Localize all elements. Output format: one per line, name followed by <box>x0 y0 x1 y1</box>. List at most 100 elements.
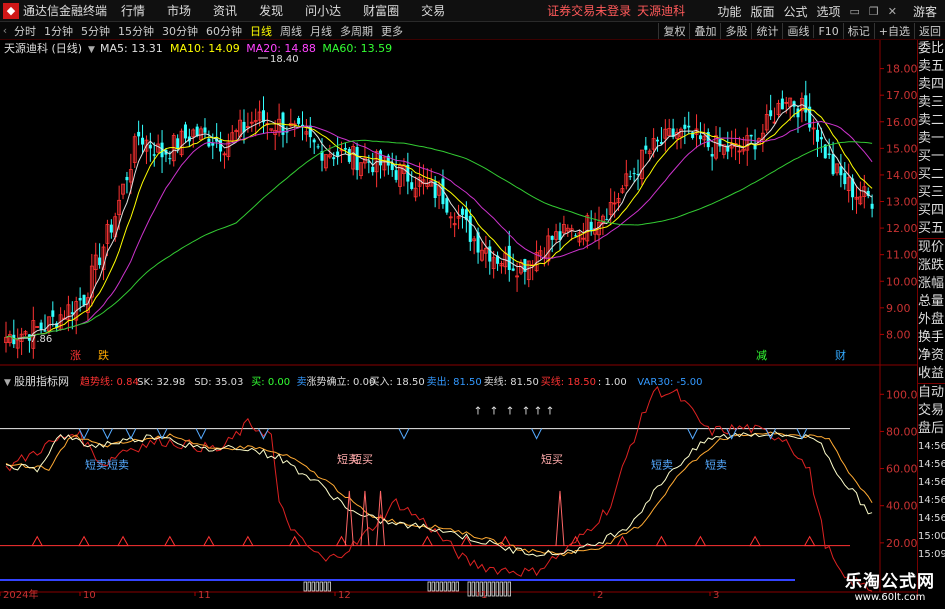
candle-down <box>511 268 515 271</box>
side-panel-item: 现价 <box>918 238 945 255</box>
event-marker: 跌 <box>98 348 109 362</box>
menubar-right: 功能 版面 公式 选项 ▭ ❐ ✕ 游客 <box>708 0 945 22</box>
period-tab-daily[interactable]: 日线 <box>246 23 276 39</box>
price-axis-label: 13.00 <box>886 196 917 209</box>
event-marker: 财 <box>835 348 846 362</box>
indicator-field-10: : 1.00 <box>598 377 627 388</box>
price-axis-label: 12.00 <box>886 222 917 235</box>
indicator-field-4: 卖 <box>297 376 307 388</box>
period-tab-5min[interactable]: 5分钟 <box>77 23 114 39</box>
candle-down <box>769 110 773 117</box>
side-panel-item: 委比 <box>918 41 945 56</box>
candle-down <box>698 135 702 140</box>
candle-down <box>336 151 340 156</box>
minimize-icon[interactable]: ▭ <box>849 5 859 18</box>
menu-function[interactable]: 功能 <box>717 3 741 20</box>
period-tab-weekly[interactable]: 周线 <box>276 23 306 39</box>
period-tab-monthly[interactable]: 月线 <box>306 23 336 39</box>
side-panel-item[interactable]: 盘后 <box>918 420 945 438</box>
candle-down <box>819 137 823 140</box>
high-price-annotation: 18.40 <box>270 54 299 65</box>
period-tab-60min[interactable]: 60分钟 <box>202 23 246 39</box>
candle-down <box>168 158 172 160</box>
price-axis-label: 10.00 <box>886 275 917 288</box>
candle-down <box>152 154 156 156</box>
period-tab-30min[interactable]: 30分钟 <box>158 23 202 39</box>
candle-down <box>312 139 316 143</box>
candle-down <box>316 146 320 148</box>
menu-item-ask[interactable]: 问小达 <box>305 2 341 19</box>
indicator-field-0: 趋势线: 0.84 <box>80 375 139 388</box>
period-tab-more[interactable]: 更多 <box>377 23 407 39</box>
candle-down <box>827 153 831 156</box>
menu-options[interactable]: 选项 <box>816 3 840 20</box>
menu-item-markets[interactable]: 市场 <box>167 2 191 19</box>
legend-dropdown-icon: ▼ <box>88 45 95 55</box>
sub-axis-label: 40.00 <box>886 500 917 513</box>
kline-chart[interactable]: 18.0017.0016.0015.0014.0013.0012.0011.00… <box>0 40 918 601</box>
menu-item-trade[interactable]: 交易 <box>421 2 445 19</box>
quote-side-panel: 委比 卖五 卖四 卖三 卖二 卖一 买一 买二 买三 买四 买五 现价 涨跌 涨幅 总量 外盘 换手 净资 收益 自动… <box>917 40 945 600</box>
side-panel-item: 15:09 <box>918 549 945 560</box>
indicator-field-2: SD: 35.03 <box>194 377 243 388</box>
candle-down <box>39 322 43 330</box>
menu-formula[interactable]: 公式 <box>783 3 807 20</box>
indicator-field-8: 卖线: 81.50 <box>484 375 539 388</box>
side-panel-item[interactable]: 自动 <box>918 383 945 402</box>
candle-down <box>468 215 472 242</box>
side-panel-item: 外盘 <box>918 312 945 327</box>
menu-layout[interactable]: 版面 <box>750 3 774 20</box>
menu-bar: ◆ 通达信金融终端 行情 市场 资讯 发现 问小达 财富圈 交易 证券交易未登录… <box>0 0 945 22</box>
toolbar-right: 复权 叠加 多股 统计 画线 F10 标记 +自选 返回 <box>658 22 945 40</box>
menu-item-wealth[interactable]: 财富圈 <box>363 2 399 19</box>
candle-down <box>710 154 714 157</box>
overlay-button[interactable]: 叠加 <box>689 23 720 39</box>
adjust-button[interactable]: 复权 <box>658 23 689 39</box>
stats-button[interactable]: 统计 <box>751 23 782 39</box>
restore-icon[interactable]: ❐ <box>869 5 879 18</box>
price-axis-label: 17.00 <box>886 89 917 102</box>
side-panel-item: 买五 <box>918 221 945 236</box>
period-tab-fenshi[interactable]: 分时 <box>10 23 40 39</box>
chevron-left-icon[interactable]: ‹ <box>0 24 10 37</box>
side-panel-item: 净资 <box>918 348 945 363</box>
login-warning[interactable]: 证券交易未登录 <box>547 2 631 19</box>
side-panel-item: 卖四 <box>918 77 945 92</box>
guest-label[interactable]: 游客 <box>913 3 937 20</box>
menu-item-news[interactable]: 资讯 <box>213 2 237 19</box>
candle-down <box>507 245 511 271</box>
side-panel-item: 卖一 <box>918 131 945 146</box>
period-tab-1min[interactable]: 1分钟 <box>40 23 77 39</box>
menu-item-market[interactable]: 行情 <box>121 2 145 19</box>
candle-down <box>831 153 835 175</box>
x-axis-label: 2 <box>597 590 603 600</box>
close-icon[interactable]: ✕ <box>888 5 897 18</box>
candle-down <box>460 208 464 215</box>
side-panel-item: 14:56 <box>918 459 945 470</box>
candle-down <box>656 139 660 142</box>
up-arrow-mark: ↑ <box>521 405 530 418</box>
menu-item-discover[interactable]: 发现 <box>259 2 283 19</box>
candle-down <box>628 176 632 178</box>
ma-legend-2: MA20: 14.88 <box>246 42 316 55</box>
draw-button[interactable]: 画线 <box>782 23 813 39</box>
side-panel-item[interactable]: 交易 <box>918 402 945 420</box>
chart-area[interactable]: 18.00 17.00 16.00 15.00 14.00 13.00 12.00 11.00… <box>0 40 918 601</box>
add-watchlist-button[interactable]: +自选 <box>873 23 914 39</box>
back-button[interactable]: 返回 <box>914 23 945 39</box>
stock-link[interactable]: 天源迪科 <box>637 2 685 19</box>
period-tab-multi[interactable]: 多周期 <box>336 23 377 39</box>
period-tab-15min[interactable]: 15分钟 <box>114 23 158 39</box>
mark-button[interactable]: 标记 <box>842 23 874 39</box>
x-axis-label: 3 <box>713 590 719 600</box>
side-panel-item: 买四 <box>918 203 945 218</box>
indicator-field-5: 涨势确立: 0.00 <box>307 375 376 388</box>
ma-legend-3: MA60: 13.59 <box>322 42 392 55</box>
f10-button[interactable]: F10 <box>813 24 842 38</box>
multi-stock-button[interactable]: 多股 <box>720 23 751 39</box>
event-marker: 减 <box>756 349 767 362</box>
side-panel-item: 涨幅 <box>918 276 945 291</box>
app-logo-icon: ◆ <box>3 2 19 19</box>
x-axis-label: 10 <box>83 590 96 600</box>
candle-down <box>12 334 16 345</box>
